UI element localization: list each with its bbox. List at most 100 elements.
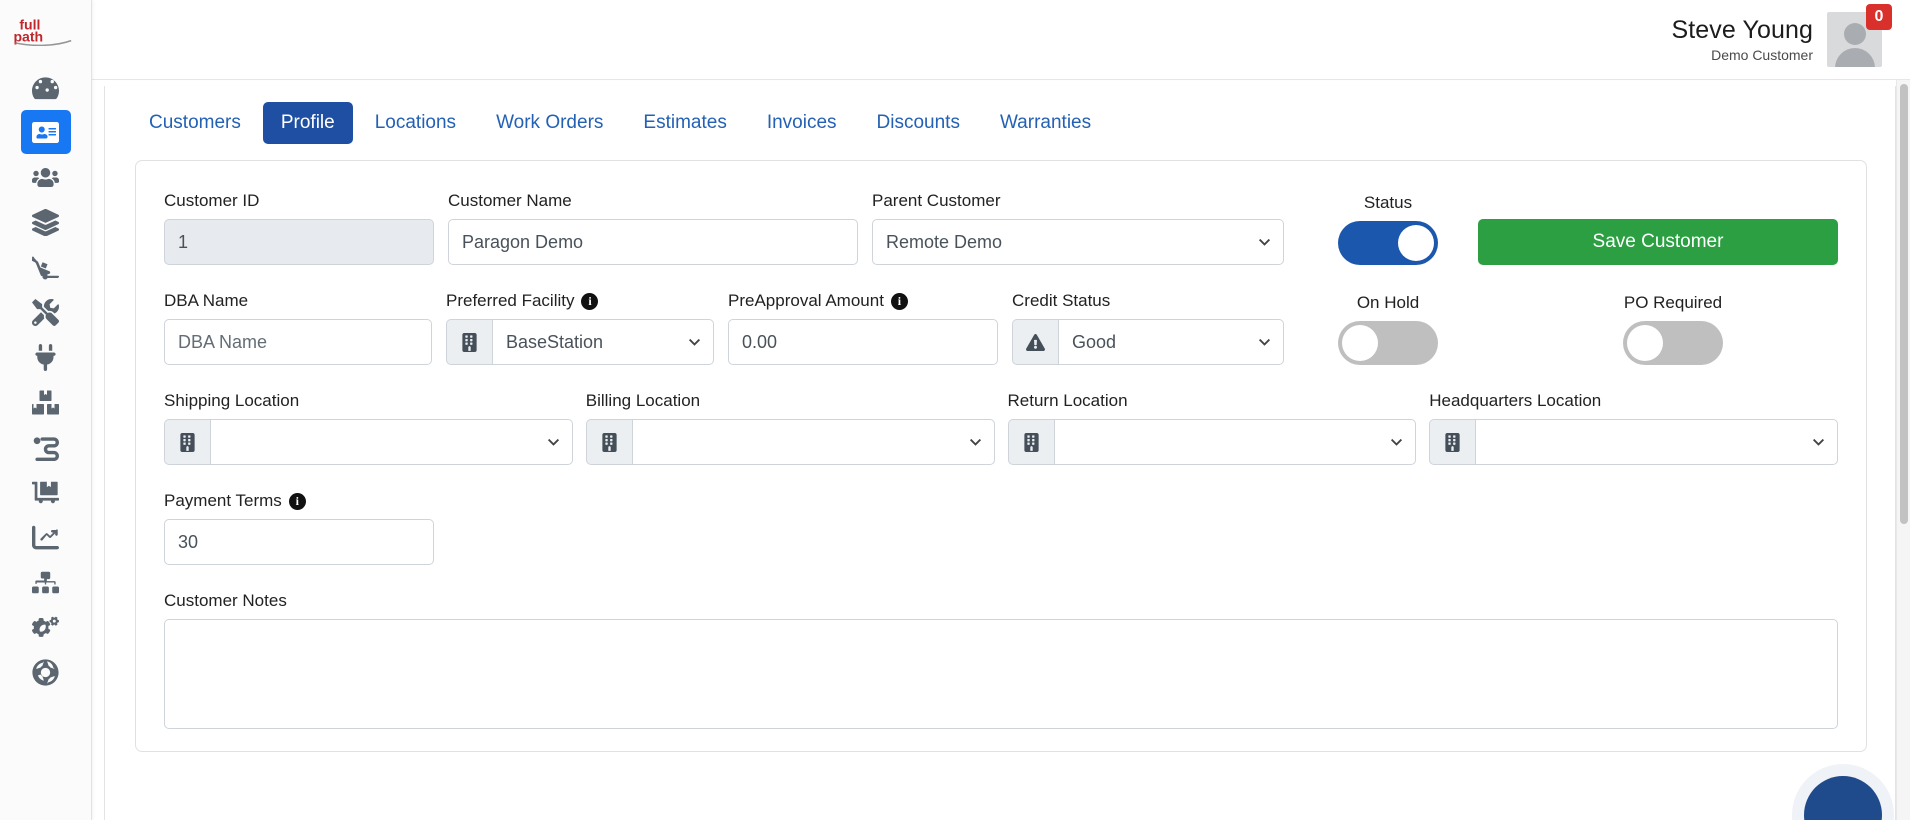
tab-warranties[interactable]: Warranties: [982, 102, 1109, 144]
sidebar-item-users[interactable]: [21, 155, 71, 199]
notification-badge[interactable]: 0: [1866, 4, 1892, 30]
credit-status-group: Good: [1012, 319, 1284, 365]
label-credit-status: Credit Status: [1012, 291, 1111, 310]
customer-name-input[interactable]: [448, 219, 858, 265]
page-scrollbar-thumb[interactable]: [1900, 84, 1908, 524]
label-customer-name: Customer Name: [448, 191, 572, 210]
field-billing-location: Billing Location: [585, 391, 995, 465]
chart-line-icon: [32, 524, 59, 551]
tab-work-orders[interactable]: Work Orders: [478, 102, 621, 144]
field-customer-name: Customer Name: [448, 191, 858, 265]
info-icon[interactable]: i: [890, 292, 908, 310]
billing-location-select[interactable]: [631, 419, 995, 465]
form-row-4: Payment Terms i: [164, 491, 1838, 565]
field-dba-name: DBA Name: [164, 291, 432, 365]
field-headquarters-location: Headquarters Location: [1429, 391, 1838, 465]
status-toggle[interactable]: [1338, 221, 1438, 265]
field-return-location: Return Location: [1007, 391, 1417, 465]
sidebar-item-shipping-cart[interactable]: [21, 470, 71, 514]
sitemap-icon: [32, 569, 59, 596]
tab-discounts[interactable]: Discounts: [859, 102, 978, 144]
label-dba-name: DBA Name: [164, 291, 249, 310]
billing-location-selectwrap[interactable]: [631, 419, 995, 465]
sidebar-nav: [0, 65, 91, 694]
po-required-toggle[interactable]: [1623, 321, 1723, 365]
parent-customer-select[interactable]: Remote Demo: [872, 219, 1284, 265]
label-preapproval-amount: PreApproval Amount i: [728, 291, 998, 311]
return-location-select[interactable]: [1053, 419, 1417, 465]
page-scrollbar[interactable]: [1896, 80, 1910, 820]
label-parent-customer: Parent Customer: [872, 191, 1001, 210]
sidebar-item-routes[interactable]: [21, 425, 71, 469]
label-shipping-location: Shipping Location: [164, 391, 300, 410]
customer-profile-form: Customer ID Customer Name Parent Custome…: [135, 160, 1867, 752]
tab-locations[interactable]: Locations: [357, 102, 474, 144]
info-icon[interactable]: i: [288, 492, 306, 510]
label-payment-terms-text: Payment Terms: [164, 491, 282, 510]
headquarters-location-select[interactable]: [1475, 419, 1838, 465]
credit-status-select[interactable]: Good: [1058, 319, 1284, 365]
label-preferred-facility: Preferred Facility i: [446, 291, 714, 311]
preferred-facility-selectwrap[interactable]: BaseStation: [492, 319, 714, 365]
field-customer-notes: Customer Notes: [164, 591, 1838, 729]
customer-id-input: [164, 219, 434, 265]
credit-status-selectwrap[interactable]: Good: [1058, 319, 1284, 365]
building-icon: [446, 319, 492, 365]
field-parent-customer: Parent Customer Remote Demo: [872, 191, 1284, 265]
field-shipping-location: Shipping Location: [164, 391, 573, 465]
shipping-location-group: [164, 419, 573, 465]
tab-bar: Customers Profile Locations Work Orders …: [105, 86, 1895, 160]
gears-icon: [32, 614, 59, 641]
form-row-5: Customer Notes: [164, 591, 1838, 729]
tab-profile[interactable]: Profile: [262, 102, 353, 144]
label-on-hold: On Hold: [1356, 293, 1420, 312]
save-customer-button[interactable]: Save Customer: [1478, 219, 1838, 265]
preferred-facility-select[interactable]: BaseStation: [492, 319, 714, 365]
tools-icon: [32, 298, 59, 326]
sidebar-item-settings-gears[interactable]: [21, 605, 71, 649]
route-icon: [32, 434, 59, 461]
field-credit-status: Credit Status Good: [1012, 291, 1284, 365]
sidebar-item-dashboard[interactable]: [21, 65, 71, 109]
parent-customer-selectwrap[interactable]: Remote Demo: [872, 219, 1284, 265]
label-po-required: PO Required: [1623, 293, 1723, 312]
users-group-icon: [32, 164, 59, 191]
sidebar-item-reports-chart[interactable]: [21, 515, 71, 559]
user-role: Demo Customer: [1711, 47, 1813, 64]
main-area: Steve Young Demo Customer 0 Customers Pr…: [92, 0, 1910, 820]
label-headquarters-location: Headquarters Location: [1429, 391, 1602, 410]
sidebar-item-customers[interactable]: [20, 110, 71, 154]
on-hold-toggle[interactable]: [1338, 321, 1438, 365]
return-location-selectwrap[interactable]: [1053, 419, 1417, 465]
avatar-wrapper[interactable]: 0: [1827, 4, 1892, 67]
sidebar-item-org-sitemap[interactable]: [21, 560, 71, 604]
dba-name-input[interactable]: [164, 319, 432, 365]
sidebar-item-service-tools[interactable]: [21, 290, 71, 334]
sidebar-item-warehouse-boxes[interactable]: [21, 380, 71, 424]
shipping-location-selectwrap[interactable]: [210, 419, 573, 465]
sidebar-item-plug[interactable]: [21, 335, 71, 379]
fullpath-logo[interactable]: full path: [9, 16, 83, 51]
shipping-location-select[interactable]: [210, 419, 573, 465]
content-scroll-area: Customers Profile Locations Work Orders …: [104, 80, 1896, 820]
life-ring-icon: [32, 658, 59, 686]
tab-customers[interactable]: Customers: [131, 102, 259, 144]
field-save: Save Customer: [1478, 191, 1838, 265]
po-required-toggle-knob: [1627, 325, 1663, 361]
sidebar-item-inventory-layers[interactable]: [21, 200, 71, 244]
headquarters-location-selectwrap[interactable]: [1475, 419, 1838, 465]
user-name: Steve Young: [1671, 15, 1813, 44]
preapproval-amount-input[interactable]: [728, 319, 998, 365]
payment-terms-input[interactable]: [164, 519, 434, 565]
user-info-block: Steve Young Demo Customer: [1671, 16, 1813, 64]
boxes-icon: [32, 389, 59, 416]
info-icon[interactable]: i: [581, 292, 599, 310]
customer-notes-textarea[interactable]: [164, 619, 1838, 729]
label-payment-terms: Payment Terms i: [164, 491, 434, 511]
label-billing-location: Billing Location: [585, 391, 701, 410]
tab-invoices[interactable]: Invoices: [749, 102, 855, 144]
label-preapproval-amount-text: PreApproval Amount: [728, 291, 884, 310]
sidebar-item-support-lifering[interactable]: [21, 650, 71, 694]
sidebar-item-receiving[interactable]: [21, 245, 71, 289]
tab-estimates[interactable]: Estimates: [625, 102, 744, 144]
